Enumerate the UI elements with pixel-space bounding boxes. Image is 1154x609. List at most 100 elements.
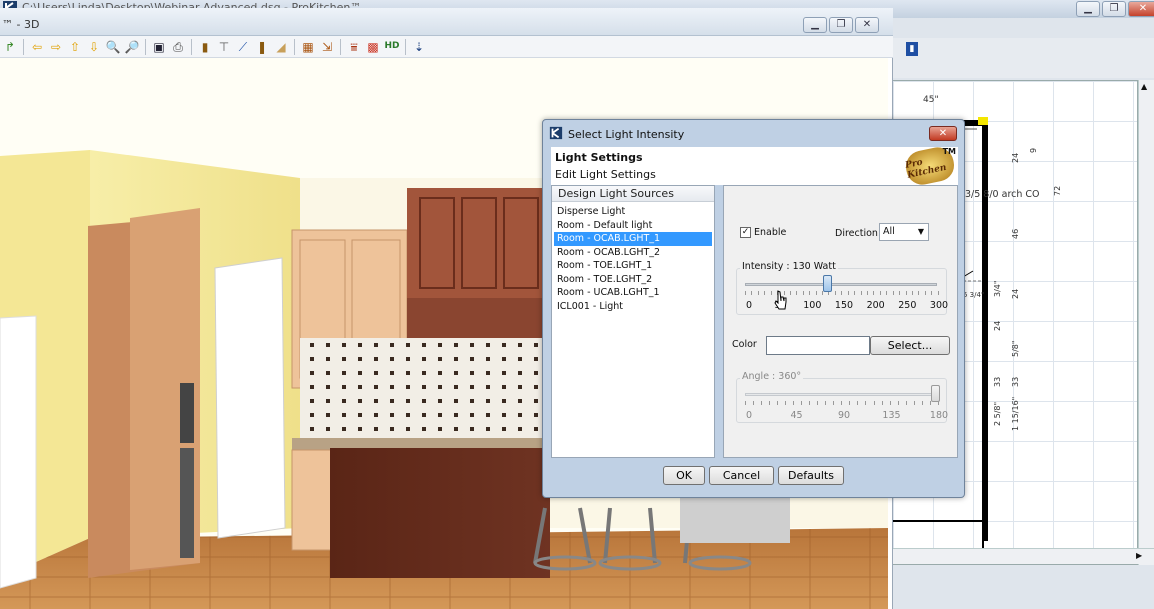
slider-tick — [892, 291, 894, 295]
redo-icon[interactable]: ↱ — [2, 39, 18, 55]
light-sources-panel: Design Light Sources Disperse Light Room … — [551, 185, 715, 458]
arrow-up-icon[interactable]: ⇧ — [67, 39, 83, 55]
light-source-item[interactable]: Room - Default light — [554, 219, 712, 233]
slider-tick — [911, 291, 913, 295]
slider-tick — [745, 291, 746, 295]
zoom-in-icon[interactable]: 🔍 — [105, 39, 121, 55]
plan-vdim: 72 — [1053, 185, 1062, 196]
direction-label: Direction: — [835, 228, 882, 239]
slider-tick — [841, 291, 843, 295]
angle-slider-track[interactable] — [745, 393, 937, 396]
dialog-close-button[interactable]: ✕ — [929, 126, 957, 141]
defaults-button[interactable]: Defaults — [778, 466, 844, 485]
arrow-right-icon[interactable]: ⇨ — [48, 39, 64, 55]
slider-tick — [809, 401, 811, 405]
light-source-item[interactable]: Disperse Light — [554, 205, 712, 219]
toolbar-separator — [191, 38, 192, 55]
angle-slider-group: Angle : 360° 0 45 90 135 180 — [736, 371, 948, 423]
checkmark-icon[interactable]: ✓ — [740, 227, 751, 238]
light-source-item[interactable]: Room - OCAB.LGHT_2 — [554, 246, 712, 260]
slider-scale-label: 200 — [866, 300, 885, 311]
view3d-titlebar: ™ - 3D ▁ ❐ ✕ — [0, 8, 893, 36]
light-source-item[interactable]: Room - TOE.LGHT_1 — [554, 259, 712, 273]
angle-ticks — [745, 401, 939, 405]
plan-vdim: 33 — [993, 376, 1002, 387]
print-icon[interactable]: ⎙ — [170, 39, 186, 55]
slider-tick — [809, 291, 811, 295]
slider-tick — [802, 291, 804, 295]
fence-icon[interactable]: ⩸ — [346, 39, 362, 55]
slider-tick — [849, 401, 851, 405]
mouse-pointer-icon — [774, 290, 787, 310]
enable-checkbox[interactable]: ✓ Enable — [740, 227, 786, 238]
arrow-down-icon[interactable]: ⇩ — [86, 39, 102, 55]
slider-scale-label: 135 — [882, 410, 901, 421]
app-restore-button[interactable]: ❐ — [1102, 1, 1126, 17]
slider-scale-label: 0 — [745, 410, 753, 421]
color-swatch[interactable] — [766, 336, 870, 355]
slider-tick — [825, 401, 827, 405]
cabinet-icon[interactable]: ▮ — [197, 39, 213, 55]
wall-icon[interactable]: ◢ — [273, 39, 289, 55]
slider-tick — [867, 291, 869, 295]
slider-tick — [761, 401, 763, 405]
intensity-slider-track[interactable] — [745, 283, 937, 286]
scroll-right-icon[interactable]: ▶ — [1136, 551, 1142, 560]
import-icon[interactable]: ⇣ — [411, 39, 427, 55]
plan-vertical-scrollbar[interactable]: ▲ ▼ — [1138, 80, 1154, 565]
cancel-button[interactable]: Cancel — [709, 466, 774, 485]
toolbar-separator — [23, 38, 24, 55]
light-settings-panel: ✓ Enable Direction: All ▼ Intensity : 13… — [723, 185, 958, 458]
plan-dim-b: 5 3/4" — [963, 291, 985, 299]
app-minimize-button[interactable]: ▁ — [1076, 1, 1100, 17]
export-icon[interactable]: ⇲ — [319, 39, 335, 55]
save-icon[interactable]: ▣ — [151, 39, 167, 55]
color-select-button[interactable]: Select... — [870, 336, 950, 355]
toolbar-separator — [145, 38, 146, 55]
app-window-controls: ▁ ❐ ✕ — [1076, 1, 1154, 17]
dialog-titlebar[interactable]: Select Light Intensity ✕ — [543, 120, 964, 146]
plan-toolbar-icon[interactable]: ▮ — [906, 42, 918, 56]
view3d-minimize-button[interactable]: ▁ — [803, 17, 827, 33]
intensity-slider-thumb[interactable] — [823, 275, 833, 292]
slider-tick — [764, 291, 766, 295]
chevron-down-icon: ▼ — [917, 227, 924, 236]
ok-button[interactable]: OK — [663, 466, 705, 485]
scroll-up-icon[interactable]: ▲ — [1141, 82, 1147, 91]
slider-tick — [905, 401, 907, 405]
slider-scale-label: 300 — [929, 300, 949, 311]
light-source-item[interactable]: Room - TOE.LGHT_2 — [554, 273, 712, 287]
slider-tick — [753, 401, 755, 405]
header-subtitle: Edit Light Settings — [555, 168, 656, 181]
table-icon[interactable]: ⊤ — [216, 39, 232, 55]
view3d-restore-button[interactable]: ❐ — [829, 17, 853, 33]
slider-tick — [834, 291, 836, 295]
plan-toolbar: ▮ — [888, 38, 1154, 78]
angle-slider-thumb[interactable] — [931, 385, 940, 402]
direction-select[interactable]: All ▼ — [879, 223, 929, 241]
hd-icon[interactable]: HD — [384, 39, 400, 55]
app-close-button[interactable]: ✕ — [1128, 1, 1154, 17]
plan-vdim: 5/8" — [1011, 340, 1020, 357]
book-icon[interactable]: ❚ — [254, 39, 270, 55]
plan-vdim: 3/4" — [993, 280, 1002, 297]
dialog-header: Light Settings Edit Light Settings Pro K… — [551, 144, 958, 188]
grid-icon[interactable]: ▩ — [365, 39, 381, 55]
slider-tick — [793, 401, 795, 405]
slider-tick — [785, 401, 787, 405]
light-source-item[interactable]: Room - OCAB.LGHT_1 — [554, 232, 712, 246]
slider-tick — [921, 401, 923, 405]
brand-trademark: TM — [942, 147, 956, 156]
chart-icon[interactable]: ⟋ — [235, 39, 251, 55]
panel-icon[interactable]: ▦ — [300, 39, 316, 55]
light-source-item[interactable]: ICL001 - Light — [554, 300, 712, 314]
view3d-window-controls: ▁ ❐ ✕ — [803, 17, 879, 33]
plan-horizontal-scrollbar[interactable]: ▶ — [892, 548, 1154, 564]
slider-tick — [918, 291, 920, 295]
zoom-out-icon[interactable]: 🔎 — [124, 39, 140, 55]
arrow-left-icon[interactable]: ⇦ — [29, 39, 45, 55]
slider-tick — [937, 291, 939, 295]
view3d-close-button[interactable]: ✕ — [855, 17, 879, 33]
color-label: Color — [732, 339, 757, 350]
light-source-item[interactable]: Room - UCAB.LGHT_1 — [554, 286, 712, 300]
